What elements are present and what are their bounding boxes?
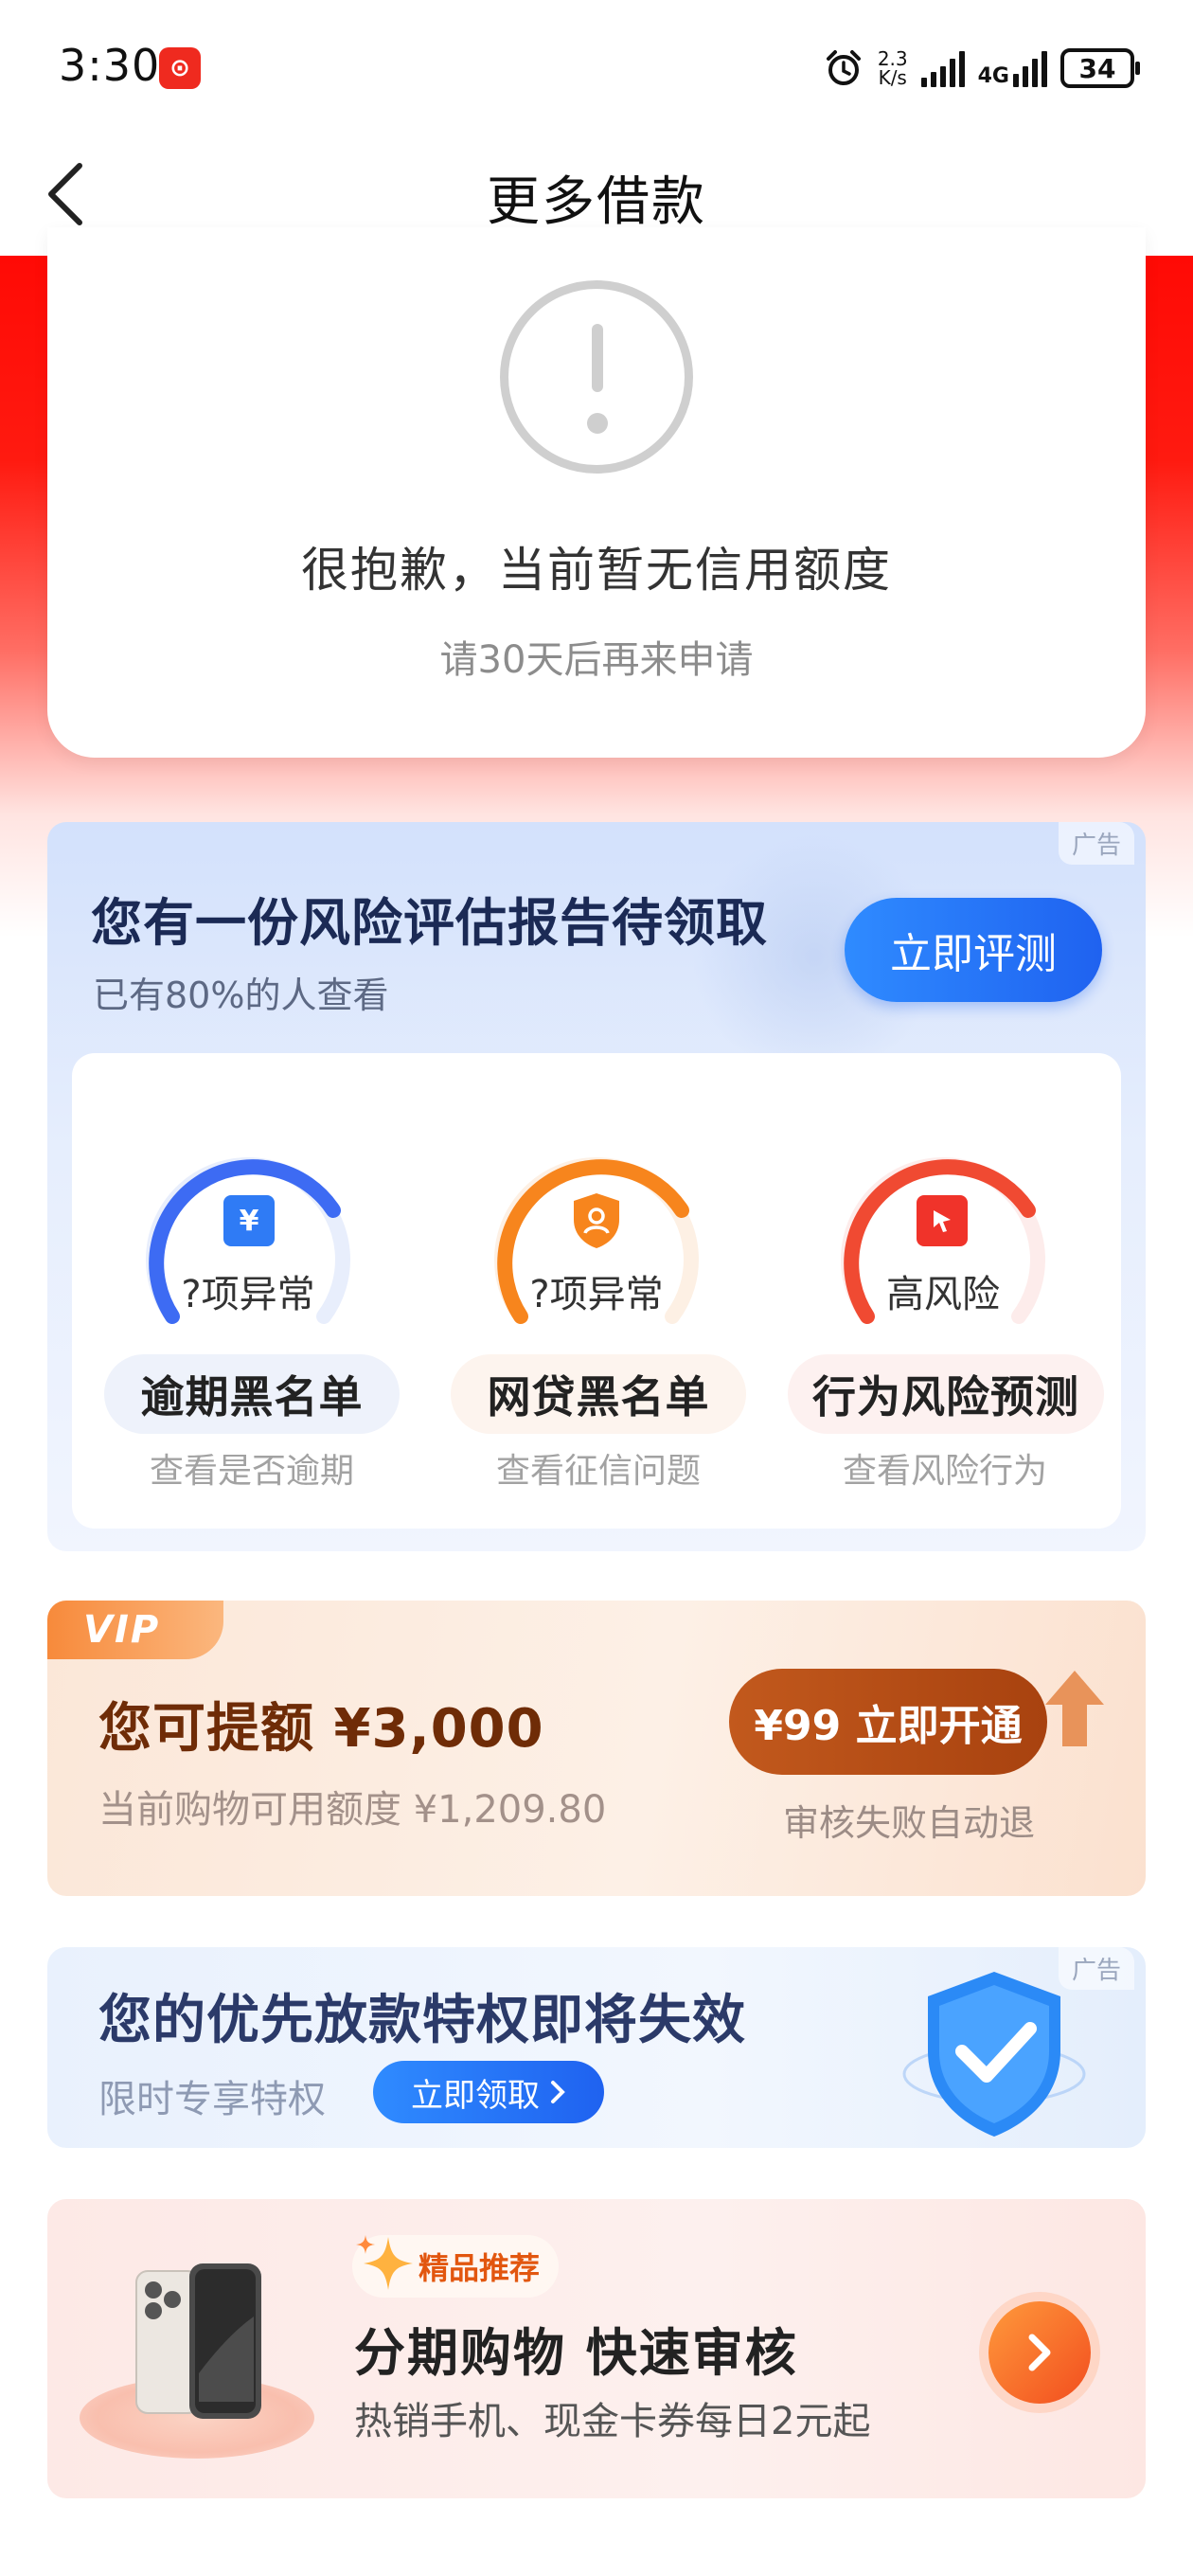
risk-item-name[interactable]: 网贷黑名单: [451, 1354, 746, 1434]
warning-icon-bar: [592, 324, 603, 392]
risk-report-title: 您有一份风险评估报告待领取: [91, 893, 768, 953]
risk-item-status: ?项异常: [529, 1273, 664, 1316]
alarm-icon: [826, 50, 861, 85]
risk-report-subtitle: 已有80%的人查看: [93, 975, 389, 1016]
chevron-right-icon: [551, 2081, 565, 2103]
vip-subtitle: 当前购物可用额度 ¥1,209.80: [98, 1788, 607, 1832]
shopping-go-button[interactable]: [988, 2301, 1091, 2404]
risk-item-name[interactable]: 逾期黑名单: [104, 1354, 400, 1434]
risk-item-behavior[interactable]: [818, 1127, 1068, 1381]
shield-check-icon: [902, 1972, 1086, 2137]
gauge-icon: [146, 1157, 350, 1324]
battery-level: 34: [1078, 52, 1116, 84]
gauge-icon: [494, 1157, 699, 1324]
sparkle-icon: [356, 2235, 413, 2290]
net-speed: 2.3 K/s: [878, 49, 908, 87]
risk-item-netloan[interactable]: [472, 1127, 721, 1381]
vip-title: 您可提额 ¥3,000: [98, 1698, 544, 1760]
claim-now-label: 立即领取: [411, 2076, 540, 2115]
risk-item-name[interactable]: 行为风险预测: [788, 1354, 1104, 1434]
chevron-right-icon: [1028, 2334, 1051, 2371]
risk-item-overdue[interactable]: [123, 1127, 373, 1381]
status-time: 3:30: [59, 40, 161, 91]
signal-2-icon: 4G: [978, 49, 1047, 87]
cursor-icon: [917, 1195, 968, 1246]
shopping-subtitle: 热销手机、现金卡券每日2元起: [354, 2400, 871, 2443]
priority-title: 您的优先放款特权即将失效: [98, 1990, 746, 2051]
up-arrow-icon: [1045, 1671, 1104, 1746]
yen-icon: ¥: [223, 1195, 275, 1246]
evaluate-now-button[interactable]: 立即评测: [845, 898, 1102, 1002]
app-notification-icon: ⊙: [159, 47, 201, 89]
network-type: 4G: [977, 64, 1009, 88]
risk-item-desc: 查看是否逾期: [149, 1452, 354, 1491]
claim-now-button[interactable]: 立即领取: [373, 2061, 604, 2123]
risk-item-status: ?项异常: [181, 1273, 315, 1316]
signal-bars: [1013, 49, 1047, 87]
notice-subtitle: 请30天后再来申请: [439, 638, 754, 682]
battery-icon: 34: [1060, 48, 1140, 88]
net-speed-unit: K/s: [878, 66, 907, 89]
user-shield-icon: [574, 1193, 619, 1248]
status-indicators: 2.3 K/s 4G 34: [823, 42, 1140, 95]
vip-open-button[interactable]: ¥99 立即开通: [729, 1669, 1047, 1775]
net-speed-value: 2.3: [877, 47, 908, 70]
notice-title: 很抱歉，当前暂无信用额度: [301, 543, 892, 598]
signal-1-icon: [920, 49, 965, 87]
gauge-icon: [841, 1157, 1045, 1324]
phone-icon: [135, 2263, 261, 2419]
shopping-title: 分期购物 快速审核: [354, 2323, 798, 2383]
vip-badge: VIP: [47, 1601, 223, 1659]
risk-item-desc: 查看征信问题: [495, 1452, 701, 1491]
ad-label: 广告: [1059, 822, 1135, 865]
risk-item-desc: 查看风险行为: [842, 1452, 1047, 1491]
vip-button-note: 审核失败自动退: [782, 1802, 1035, 1844]
page-title: 更多借款: [487, 171, 706, 233]
warning-icon-dot: [587, 413, 608, 434]
priority-subtitle: 限时专享特权: [98, 2078, 326, 2121]
risk-item-status: 高风险: [886, 1273, 1000, 1316]
